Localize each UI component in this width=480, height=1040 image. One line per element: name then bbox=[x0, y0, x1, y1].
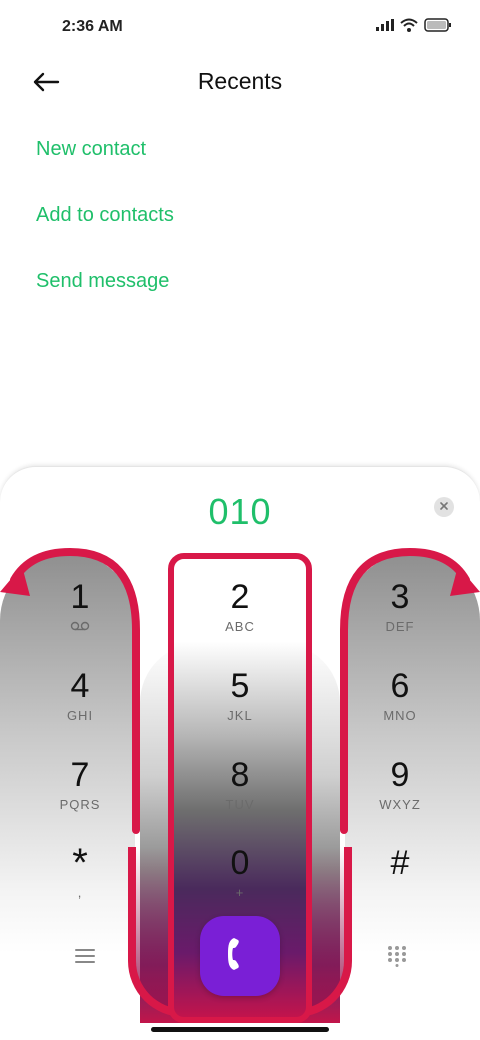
key-letters: MNO bbox=[383, 708, 417, 723]
key-letters: , bbox=[77, 885, 83, 900]
key-7[interactable]: 7 PQRS bbox=[25, 755, 135, 835]
key-hash[interactable]: # bbox=[345, 843, 455, 923]
key-digit: * bbox=[72, 841, 88, 885]
key-star[interactable]: * , bbox=[25, 843, 135, 923]
send-message-link[interactable]: Send message bbox=[36, 270, 169, 293]
key-digit: 2 bbox=[230, 578, 250, 616]
keypad-button[interactable] bbox=[382, 943, 412, 973]
key-digit: 7 bbox=[70, 756, 90, 794]
key-letters: PQRS bbox=[59, 797, 101, 812]
keypad-icon bbox=[387, 945, 407, 972]
status-icons bbox=[376, 18, 452, 32]
status-bar: 2:36 AM bbox=[0, 0, 480, 56]
add-to-contacts-link[interactable]: Add to contacts bbox=[36, 204, 174, 227]
status-time: 2:36 AM bbox=[62, 18, 123, 35]
key-letters: GHI bbox=[66, 708, 94, 723]
voicemail-icon bbox=[25, 619, 135, 634]
header: Recents bbox=[0, 56, 480, 112]
key-letters: TUV bbox=[225, 797, 255, 812]
key-digit: 5 bbox=[230, 667, 250, 705]
key-letters: ABC bbox=[225, 619, 255, 634]
key-digit: 8 bbox=[230, 756, 250, 794]
key-digit: # bbox=[390, 844, 410, 882]
menu-icon bbox=[75, 948, 95, 969]
key-2[interactable]: 2 ABC bbox=[185, 577, 295, 657]
key-letters: DEF bbox=[385, 619, 415, 634]
menu-button[interactable] bbox=[70, 943, 100, 973]
key-digit: 6 bbox=[390, 667, 410, 705]
battery-icon bbox=[424, 18, 452, 32]
key-6[interactable]: 6 MNO bbox=[345, 666, 455, 746]
call-button[interactable] bbox=[200, 916, 280, 996]
key-3[interactable]: 3 DEF bbox=[345, 577, 455, 657]
key-digit: 3 bbox=[390, 578, 410, 616]
clear-button[interactable] bbox=[434, 497, 454, 517]
home-indicator bbox=[151, 1027, 329, 1032]
key-digit: 9 bbox=[390, 756, 410, 794]
key-4[interactable]: 4 GHI bbox=[25, 666, 135, 746]
key-9[interactable]: 9 WXYZ bbox=[345, 755, 455, 835]
dial-panel: 010 1 2 ABC 3 DEF 4 GHI 5 JKL 6 MNO 7 PQ… bbox=[0, 466, 480, 1040]
key-0[interactable]: 0 + bbox=[185, 843, 295, 923]
page-title: Recents bbox=[197, 68, 283, 94]
key-letters: WXYZ bbox=[379, 797, 421, 812]
key-letters: JKL bbox=[227, 708, 253, 723]
new-contact-link[interactable]: New contact bbox=[36, 138, 146, 161]
phone-icon bbox=[225, 935, 255, 978]
key-5[interactable]: 5 JKL bbox=[185, 666, 295, 746]
key-digit: 1 bbox=[70, 578, 90, 616]
dialed-number: 010 bbox=[208, 491, 272, 532]
key-8[interactable]: 8 TUV bbox=[185, 755, 295, 835]
signal-icon bbox=[376, 19, 394, 31]
key-1[interactable]: 1 bbox=[25, 577, 135, 657]
wifi-icon bbox=[400, 18, 418, 32]
key-letters: + bbox=[235, 885, 245, 900]
key-digit: 4 bbox=[70, 667, 90, 705]
key-digit: 0 bbox=[230, 844, 250, 882]
close-icon bbox=[439, 498, 449, 516]
